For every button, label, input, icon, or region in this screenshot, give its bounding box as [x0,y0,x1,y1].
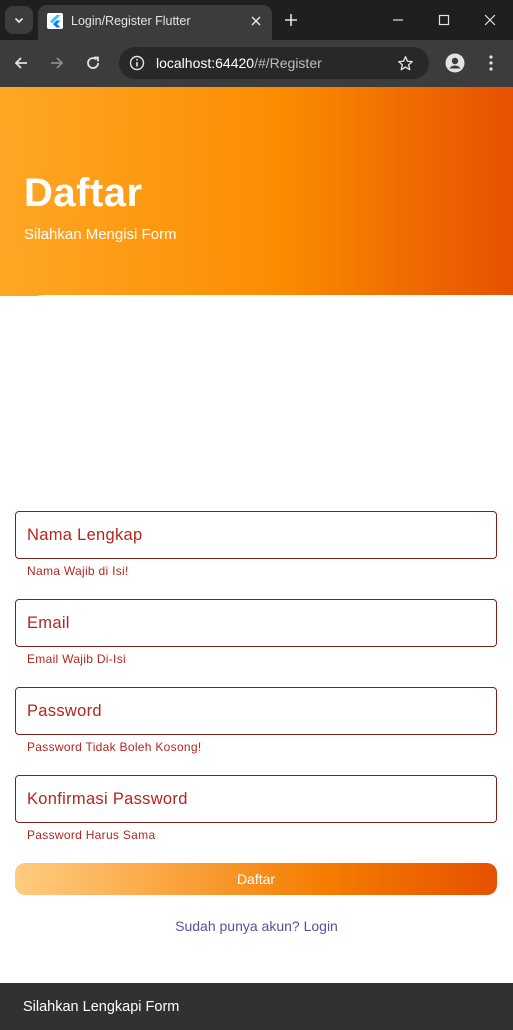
maximize-icon[interactable] [434,10,454,30]
forward-arrow-icon[interactable] [46,52,68,74]
reload-icon[interactable] [82,52,104,74]
tab-title: Login/Register Flutter [71,14,191,28]
full-name-input[interactable] [16,512,496,558]
login-link[interactable]: Sudah punya akun? Login [0,918,513,934]
email-error: Email Wajib Di-Isi [27,652,126,666]
url-path: /#/Register [254,55,322,71]
minimize-icon[interactable] [388,10,408,30]
password-error: Password Tidak Boleh Kosong! [27,740,202,754]
chevron-down-icon [14,17,24,24]
password-input[interactable] [16,688,496,734]
browser-tab[interactable]: Login/Register Flutter [38,5,272,40]
close-tab-icon[interactable] [246,11,266,31]
register-submit-button[interactable]: Daftar [15,863,497,895]
register-header: Daftar Silahkan Mengisi Form [0,87,513,296]
full-name-error: Nama Wajib di Isi! [27,564,129,578]
email-input[interactable] [16,600,496,646]
address-bar[interactable]: localhost:64420/#/Register [119,47,429,79]
url-text: localhost:64420/#/Register [156,55,322,71]
back-arrow-icon[interactable] [10,52,32,74]
password-field[interactable] [15,687,497,735]
full-name-field[interactable] [15,511,497,559]
email-field[interactable] [15,599,497,647]
snackbar-message: Silahkan Lengkapi Form [23,999,180,1015]
confirm-password-input[interactable] [16,776,496,822]
more-options-icon[interactable] [480,52,502,74]
profile-avatar-icon[interactable] [444,52,466,74]
new-tab-icon[interactable] [281,10,301,30]
confirm-password-field[interactable] [15,775,497,823]
close-window-icon[interactable] [480,10,500,30]
confirm-password-error: Password Harus Sama [27,828,156,842]
snackbar: Silahkan Lengkapi Form [0,983,513,1030]
page-title: Daftar [24,171,143,215]
bookmark-star-icon[interactable] [395,53,415,73]
flutter-icon [47,13,63,29]
tab-search-button[interactable] [5,6,33,34]
site-info-icon[interactable] [127,53,147,73]
url-host: localhost:64420 [156,55,255,71]
browser-tab-strip: Login/Register Flutter [0,0,513,40]
page-subtitle: Silahkan Mengisi Form [24,226,177,243]
browser-toolbar: localhost:64420/#/Register [0,40,513,87]
